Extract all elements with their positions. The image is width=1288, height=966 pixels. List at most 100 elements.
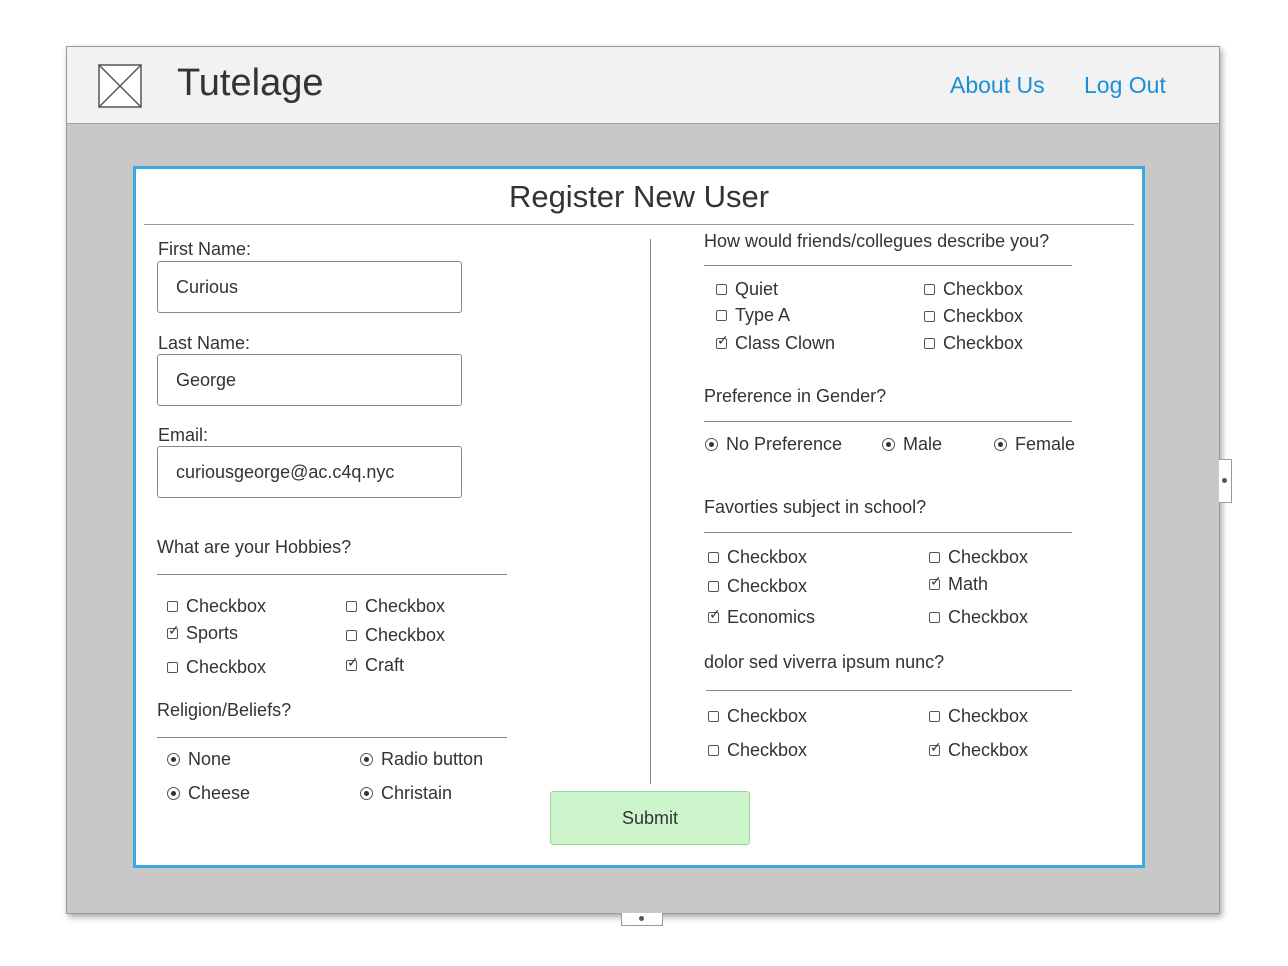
divider: [157, 574, 507, 575]
option-label: Male: [903, 434, 943, 454]
option-label: Female: [1015, 434, 1076, 454]
option-label: Checkbox: [186, 657, 267, 677]
option-label: Quiet: [735, 279, 779, 299]
radio-selected-icon: [994, 438, 1007, 451]
hobby-checkbox-craft[interactable]: Craft: [346, 655, 404, 676]
divider: [144, 224, 1134, 225]
log-out-link[interactable]: Log Out: [1084, 72, 1166, 99]
divider: [704, 265, 1072, 266]
checkbox-checked-icon: [929, 740, 942, 756]
option-label: Christain: [381, 783, 453, 803]
religion-radio-none[interactable]: None: [167, 749, 231, 770]
radio-selected-icon: [167, 753, 180, 766]
checkbox-icon: [346, 630, 357, 641]
subject-checkbox-1[interactable]: Checkbox: [708, 547, 807, 568]
radio-selected-icon: [882, 438, 895, 451]
checkbox-checked-icon: [708, 607, 721, 623]
radio-selected-icon: [360, 787, 373, 800]
hobby-checkbox-sports[interactable]: Sports: [167, 623, 238, 644]
friends-checkbox-quiet[interactable]: Quiet: [716, 279, 778, 300]
gender-radio-no-preference[interactable]: No Preference: [705, 434, 842, 455]
option-label: Checkbox: [943, 279, 1024, 299]
subject-checkbox-3[interactable]: Checkbox: [708, 576, 807, 597]
lorem-question: dolor sed viverra ipsum nunc?: [704, 652, 945, 672]
option-label: Cheese: [188, 783, 251, 803]
form-title: Register New User: [508, 179, 770, 214]
option-label: Checkbox: [948, 740, 1029, 760]
gender-radio-female[interactable]: Female: [994, 434, 1075, 455]
lorem-checkbox-4[interactable]: Checkbox: [929, 740, 1028, 761]
friends-checkbox-4[interactable]: Checkbox: [924, 306, 1023, 327]
checkbox-checked-icon: [346, 655, 359, 671]
friends-checkbox-2[interactable]: Checkbox: [924, 279, 1023, 300]
friends-checkbox-class-clown[interactable]: Class Clown: [716, 333, 835, 354]
hobbies-question: What are your Hobbies?: [157, 537, 352, 557]
gender-radio-male[interactable]: Male: [882, 434, 942, 455]
checkbox-icon: [346, 601, 357, 612]
option-label: None: [188, 749, 232, 769]
option-label: Type A: [735, 305, 791, 325]
option-label: Checkbox: [365, 596, 446, 616]
last-name-field[interactable]: George: [157, 354, 462, 406]
subject-checkbox-economics[interactable]: Economics: [708, 607, 815, 628]
option-label: Checkbox: [948, 607, 1029, 627]
resize-handle-right[interactable]: [1219, 459, 1232, 503]
option-label: Checkbox: [943, 306, 1024, 326]
religion-question: Religion/Beliefs?: [157, 700, 292, 720]
option-label: No Preference: [726, 434, 843, 454]
option-label: Checkbox: [365, 625, 446, 645]
friends-checkbox-type-a[interactable]: Type A: [716, 305, 790, 326]
lorem-checkbox-1[interactable]: Checkbox: [708, 706, 807, 727]
religion-radio-2[interactable]: Radio button: [360, 749, 483, 770]
friends-checkbox-6[interactable]: Checkbox: [924, 333, 1023, 354]
subject-question: Favorties subject in school?: [704, 497, 927, 517]
religion-radio-cheese[interactable]: Cheese: [167, 783, 250, 804]
religion-radio-christain[interactable]: Christain: [360, 783, 452, 804]
submit-button[interactable]: Submit: [550, 791, 750, 845]
subject-checkbox-2[interactable]: Checkbox: [929, 547, 1028, 568]
gender-question: Preference in Gender?: [704, 386, 887, 406]
email-field[interactable]: curiousgeorge@ac.c4q.nyc: [157, 446, 462, 498]
option-label: Checkbox: [186, 596, 267, 616]
checkbox-icon: [708, 552, 719, 563]
image-placeholder-icon: [98, 64, 142, 108]
option-label: Checkbox: [727, 740, 808, 760]
checkbox-icon: [716, 310, 727, 321]
checkbox-icon: [167, 601, 178, 612]
hobby-checkbox-2[interactable]: Checkbox: [346, 596, 445, 617]
email-label: Email:: [158, 425, 209, 445]
checkbox-icon: [708, 711, 719, 722]
lorem-checkbox-3[interactable]: Checkbox: [708, 740, 807, 761]
checkbox-icon: [929, 711, 940, 722]
option-label: Checkbox: [948, 706, 1029, 726]
handle-dot: [1222, 478, 1227, 483]
first-name-field[interactable]: Curious: [157, 261, 462, 313]
option-label: Sports: [186, 623, 239, 643]
column-divider: [650, 239, 651, 784]
about-us-link[interactable]: About Us: [950, 72, 1045, 99]
option-label: Radio button: [381, 749, 484, 769]
divider: [704, 421, 1072, 422]
option-label: Checkbox: [943, 333, 1024, 353]
subject-checkbox-math[interactable]: Math: [929, 574, 988, 595]
brand-title: Tutelage: [177, 62, 324, 104]
option-label: Class Clown: [735, 333, 836, 353]
checkbox-icon: [708, 581, 719, 592]
checkbox-icon: [716, 284, 727, 295]
radio-selected-icon: [705, 438, 718, 451]
handle-dot: [639, 916, 644, 921]
subject-checkbox-6[interactable]: Checkbox: [929, 607, 1028, 628]
hobby-checkbox-5[interactable]: Checkbox: [167, 657, 266, 678]
last-name-label: Last Name:: [158, 333, 251, 353]
radio-selected-icon: [360, 753, 373, 766]
divider: [706, 690, 1072, 691]
option-label: Craft: [365, 655, 405, 675]
resize-handle-bottom[interactable]: [621, 913, 663, 926]
radio-selected-icon: [167, 787, 180, 800]
lorem-checkbox-2[interactable]: Checkbox: [929, 706, 1028, 727]
checkbox-icon: [708, 745, 719, 756]
hobby-checkbox-4[interactable]: Checkbox: [346, 625, 445, 646]
hobby-checkbox-1[interactable]: Checkbox: [167, 596, 266, 617]
friends-question: How would friends/collegues describe you…: [704, 231, 1050, 251]
checkbox-icon: [929, 612, 940, 623]
